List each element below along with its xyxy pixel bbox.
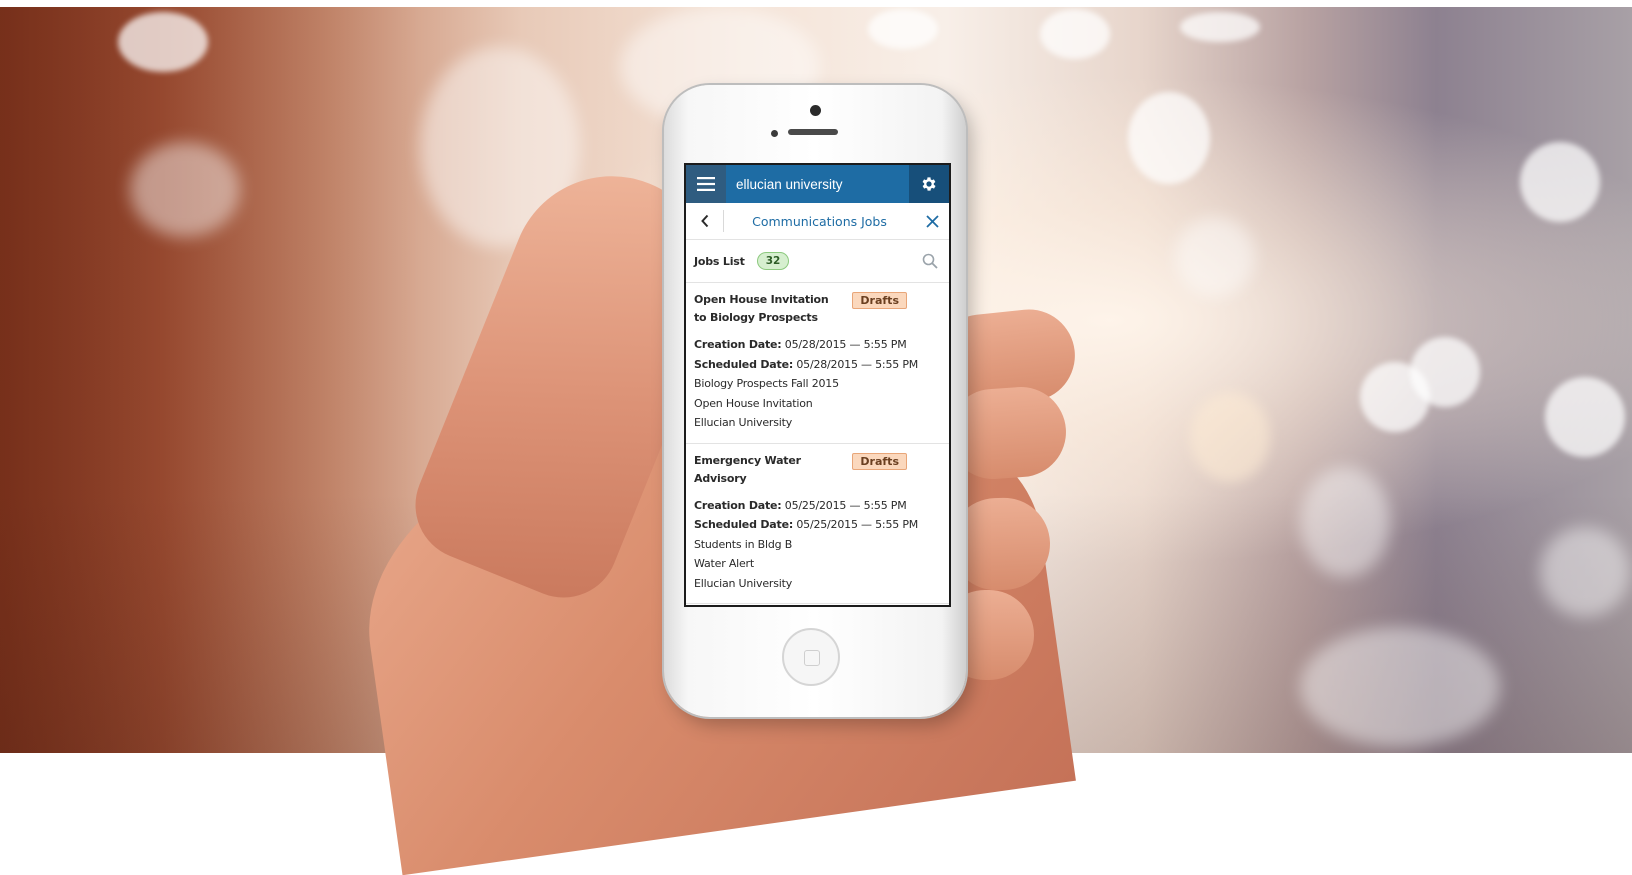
- bokeh-light: [1540, 527, 1630, 617]
- job-organization: Ellucian University: [694, 416, 793, 429]
- bokeh-light: [1040, 9, 1110, 59]
- app-header: ellucian university: [686, 165, 949, 203]
- search-icon: [922, 253, 938, 269]
- jobs-list-header: Jobs List 32: [686, 240, 949, 283]
- job-list-item[interactable]: Emergency Water Advisory Drafts Creation…: [686, 444, 949, 604]
- hamburger-menu-icon: [697, 177, 715, 191]
- proximity-sensor: [771, 130, 778, 137]
- app-title: ellucian university: [736, 176, 843, 192]
- creation-date: Creation Date: 05/25/2015 — 5:55 PM: [694, 496, 941, 516]
- scheduled-date: Scheduled Date: 05/25/2015 — 5:55 PM: [694, 515, 941, 535]
- close-icon: [925, 214, 939, 228]
- bokeh-light: [1520, 142, 1600, 222]
- job-title: Emergency Water Advisory: [694, 453, 801, 485]
- bokeh-light: [1300, 467, 1390, 577]
- bokeh-light: [130, 142, 240, 237]
- menu-button[interactable]: [686, 165, 726, 203]
- creation-date: Creation Date: 05/28/2015 — 5:55 PM: [694, 335, 941, 355]
- chevron-left-icon: [700, 214, 708, 228]
- back-button[interactable]: [686, 210, 724, 232]
- earpiece-speaker: [788, 129, 838, 135]
- close-button[interactable]: [915, 203, 949, 239]
- settings-button[interactable]: [909, 165, 949, 203]
- jobs-count-badge: 32: [756, 252, 790, 270]
- status-badge: Drafts: [852, 292, 907, 309]
- scheduled-date-label: Scheduled Date:: [694, 357, 794, 371]
- scheduled-date-label: Scheduled Date:: [694, 518, 794, 531]
- bokeh-light: [1175, 217, 1255, 297]
- scheduled-date-value: 05/25/2015 — 5:55 PM: [793, 518, 919, 531]
- job-header: Emergency Water Advisory Drafts: [694, 452, 941, 488]
- bokeh-light: [118, 12, 208, 72]
- job-template: Open House Invitation: [694, 396, 813, 410]
- search-button[interactable]: [919, 250, 941, 272]
- creation-date-label: Creation Date:: [694, 498, 782, 512]
- job-title: Open House Invitation to Biology Prospec…: [694, 293, 829, 324]
- front-camera: [810, 105, 821, 116]
- creation-date-label: Creation Date:: [694, 338, 782, 351]
- page-navbar: Communications Jobs: [686, 203, 949, 240]
- bokeh-light: [1190, 392, 1270, 482]
- smartphone: ellucian university Communications Jobs: [664, 85, 966, 717]
- scheduled-date: Scheduled Date: 05/28/2015 — 5:55 PM: [694, 355, 941, 375]
- jobs-list-label: Jobs List: [694, 254, 745, 268]
- job-population: Students in Bldg B: [694, 537, 793, 551]
- bokeh-light: [868, 9, 938, 49]
- bokeh-light: [1545, 377, 1625, 457]
- job-organization: Ellucian University: [694, 576, 793, 590]
- bokeh-light: [1128, 92, 1210, 184]
- job-template: Water Alert: [694, 557, 754, 570]
- scheduled-date-value: 05/28/2015 — 5:55 PM: [793, 357, 919, 371]
- creation-date-value: 05/25/2015 — 5:55 PM: [781, 498, 907, 512]
- bokeh-light: [1180, 12, 1260, 42]
- status-badge: Drafts: [852, 452, 907, 470]
- page-title: Communications Jobs: [752, 213, 887, 229]
- creation-date-value: 05/28/2015 — 5:55 PM: [781, 338, 907, 351]
- job-population: Biology Prospects Fall 2015: [694, 377, 839, 390]
- bokeh-light: [1410, 337, 1480, 407]
- bokeh-light: [1300, 627, 1500, 747]
- gear-icon: [922, 177, 936, 191]
- home-button[interactable]: [782, 628, 840, 686]
- phone-screen: ellucian university Communications Jobs: [684, 163, 951, 607]
- job-list-item[interactable]: Open House Invitation to Biology Prospec…: [686, 283, 949, 444]
- job-header: Open House Invitation to Biology Prospec…: [694, 291, 941, 327]
